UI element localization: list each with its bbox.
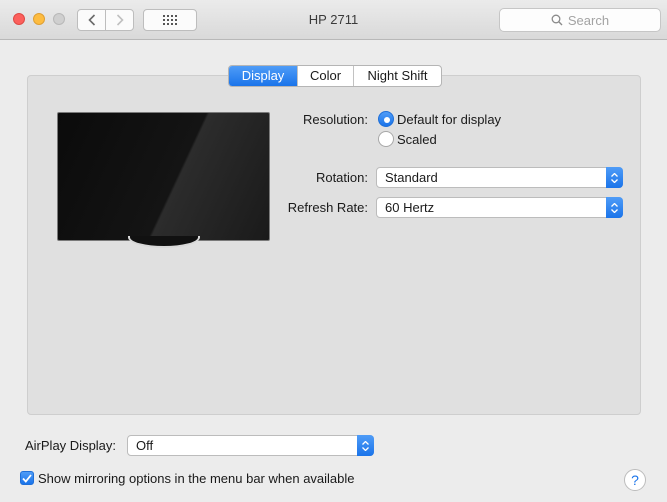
airplay-popup[interactable]: Off [127, 435, 374, 456]
search-field[interactable]: Search [499, 8, 661, 32]
system-preferences-window: HP 2711 Search Display Color Night Shift… [0, 0, 667, 502]
titlebar: HP 2711 Search [0, 0, 667, 40]
resolution-label: Resolution: [302, 112, 368, 127]
refresh-rate-popup[interactable]: 60 Hertz [376, 197, 623, 218]
tab-color[interactable]: Color [297, 66, 353, 86]
search-placeholder: Search [567, 12, 610, 28]
display-preview-image [57, 112, 270, 241]
airplay-value: Off [136, 438, 154, 453]
radio-scaled[interactable] [378, 131, 394, 147]
popup-arrows-icon [357, 435, 374, 456]
help-button[interactable]: ? [624, 469, 646, 491]
radio-default-label: Default for display [397, 112, 502, 127]
rotation-popup[interactable]: Standard [376, 167, 623, 188]
popup-arrows-icon [606, 167, 623, 188]
refresh-rate-value: 60 Hertz [385, 200, 435, 215]
tab-night-shift[interactable]: Night Shift [353, 66, 441, 86]
refresh-rate-label: Refresh Rate: [287, 200, 368, 215]
mirroring-label: Show mirroring options in the menu bar w… [38, 471, 355, 486]
rotation-label: Rotation: [315, 170, 368, 185]
tab-display[interactable]: Display [229, 66, 297, 86]
search-icon [551, 14, 563, 26]
radio-scaled-label: Scaled [397, 132, 437, 147]
tab-bar: Display Color Night Shift [228, 65, 442, 87]
popup-arrows-icon [606, 197, 623, 218]
rotation-value: Standard [385, 170, 438, 185]
checkmark-icon [22, 473, 32, 483]
airplay-label: AirPlay Display: [25, 438, 117, 453]
radio-default-for-display[interactable] [378, 111, 394, 127]
mirroring-checkbox[interactable] [20, 471, 34, 485]
